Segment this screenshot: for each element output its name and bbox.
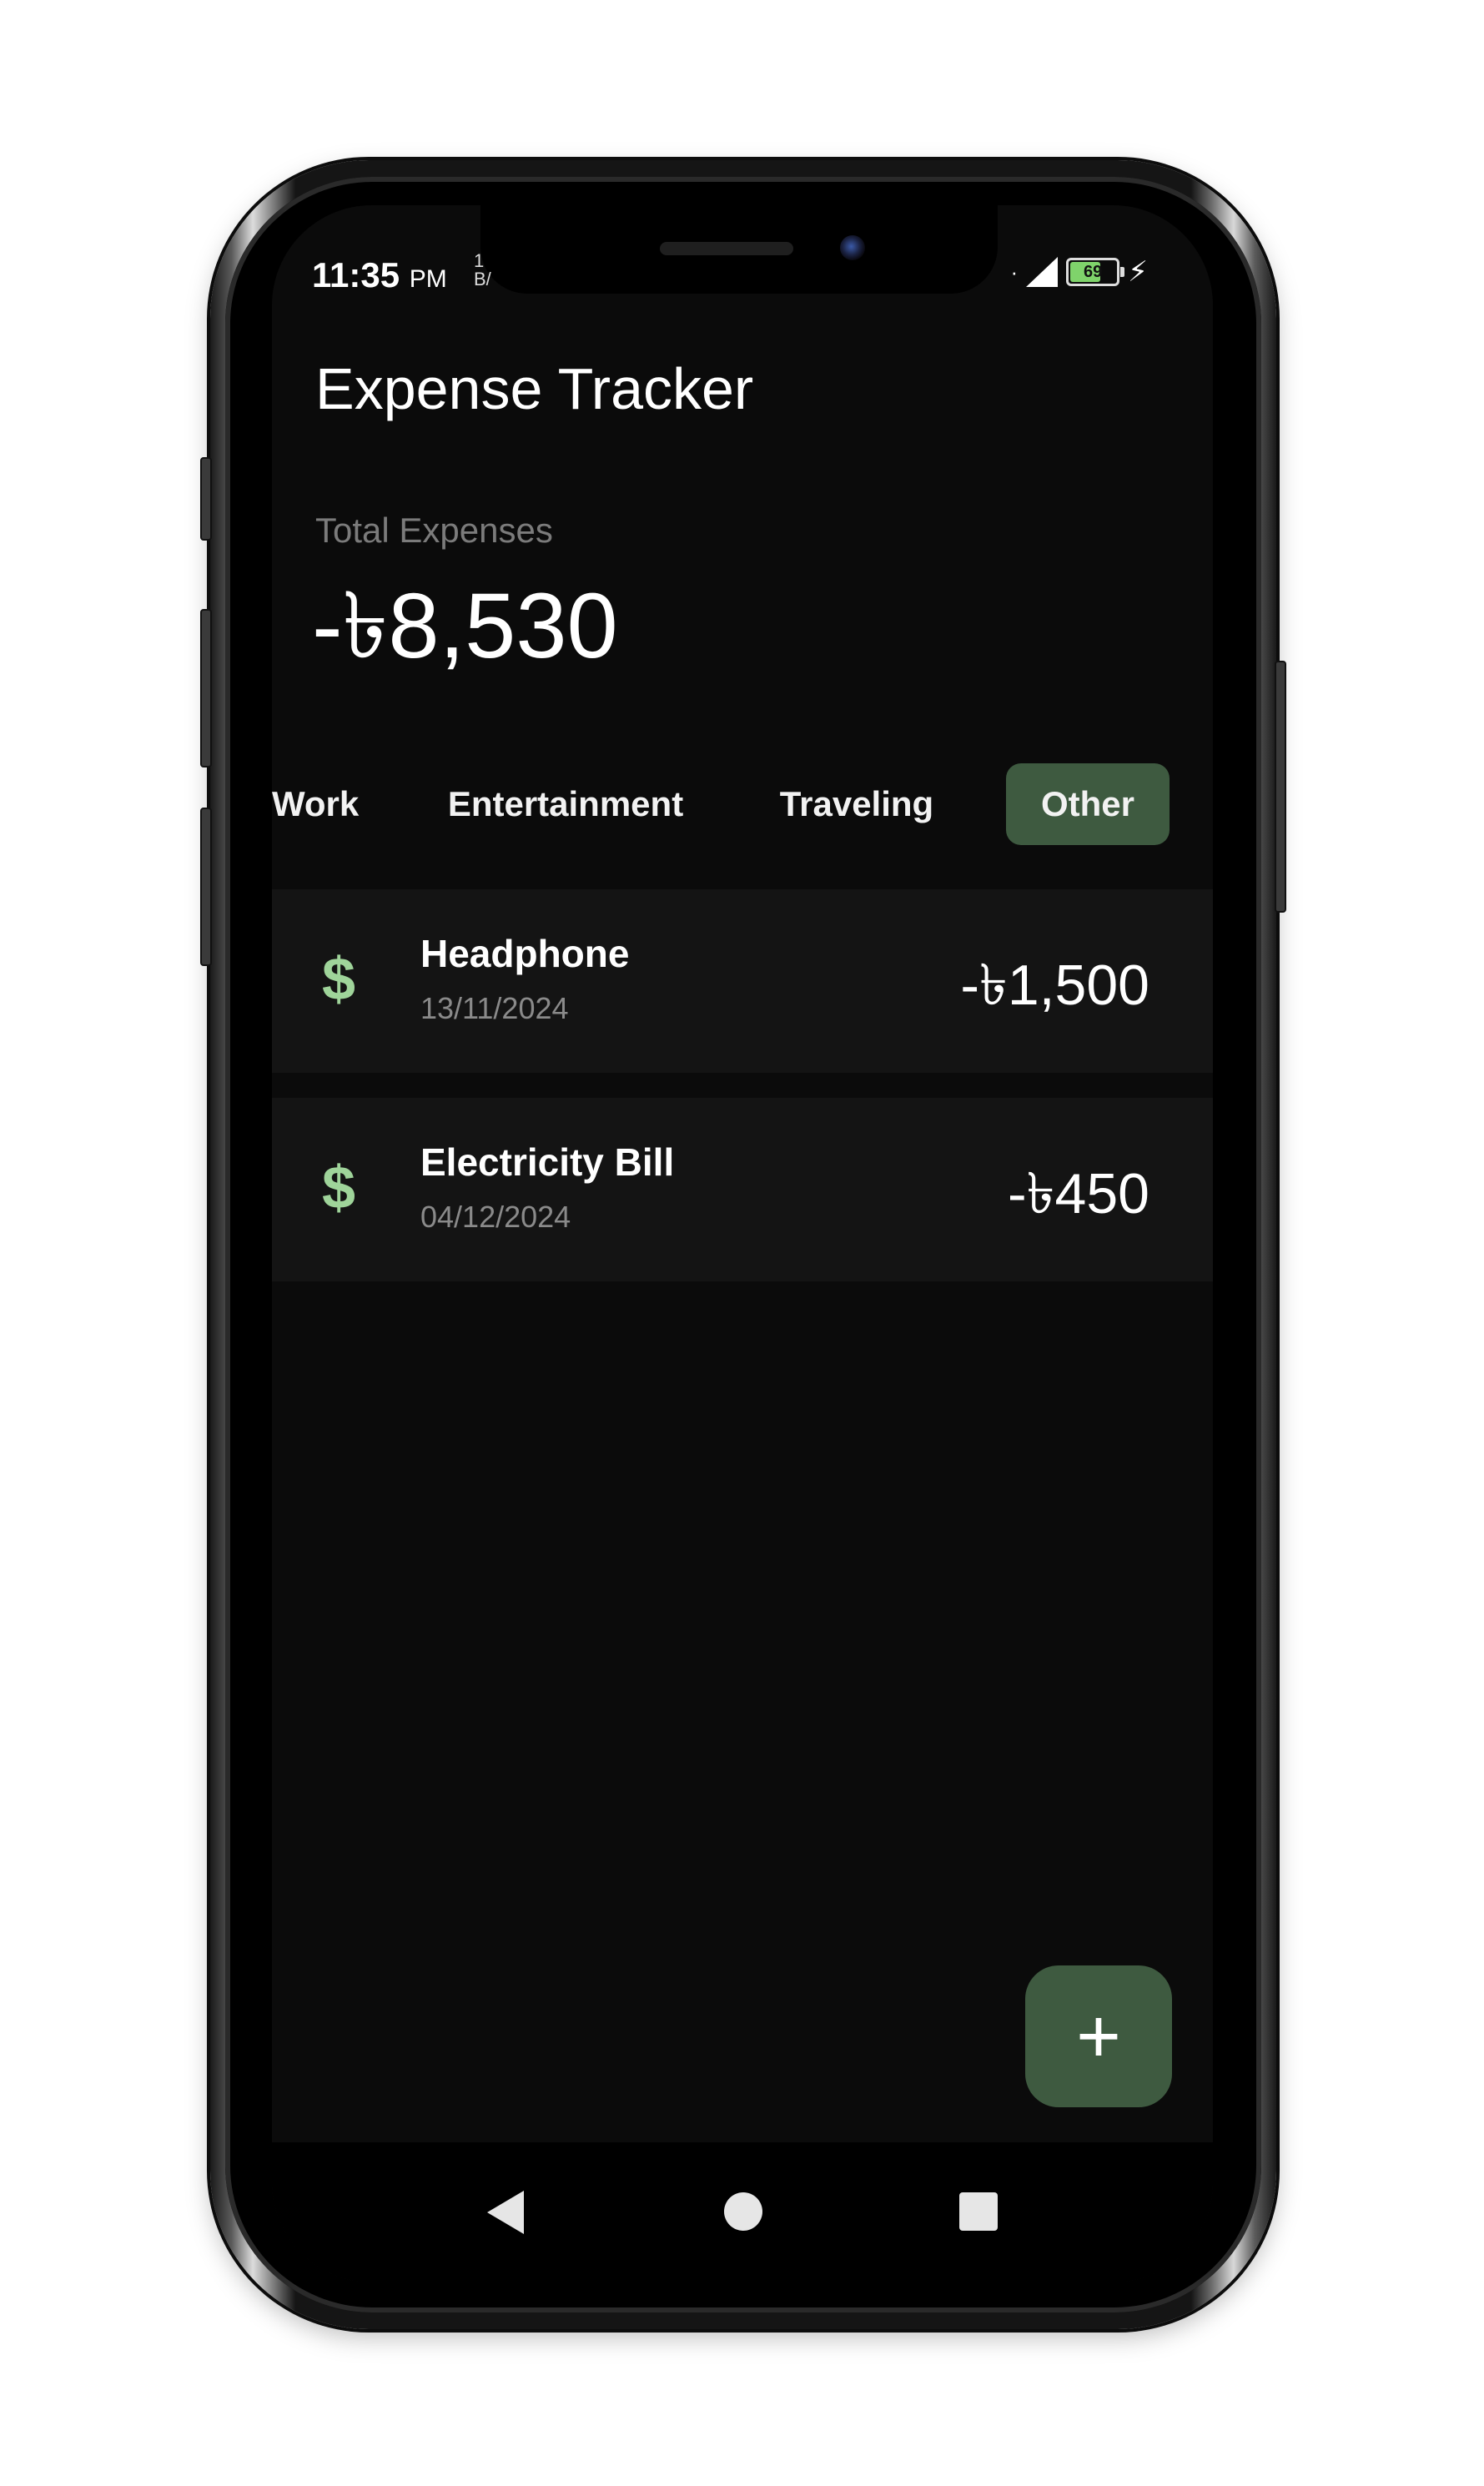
tab-entertainment[interactable]: Entertainment xyxy=(440,763,691,845)
charging-bolt-icon: ⚡ xyxy=(1128,256,1148,288)
expense-amount: -৳450 xyxy=(1008,1162,1149,1225)
mute-switch xyxy=(200,808,212,966)
expense-amount: -৳1,500 xyxy=(960,954,1149,1017)
speaker-grille xyxy=(660,242,793,255)
expense-name: Electricity Bill xyxy=(420,1140,675,1184)
front-camera xyxy=(840,235,865,260)
expense-date: 04/12/2024 xyxy=(420,1200,571,1234)
recent-apps-icon[interactable] xyxy=(959,2192,998,2231)
status-time-ampm: PM xyxy=(409,265,447,293)
expense-name: Headphone xyxy=(420,932,630,975)
dollar-icon: $ xyxy=(322,946,356,1013)
category-tabs: Work Entertainment Traveling Other xyxy=(272,763,1213,845)
status-speed-indicator: 1 B/ xyxy=(474,252,491,289)
page-title: Expense Tracker xyxy=(315,356,754,421)
home-icon[interactable] xyxy=(724,2192,762,2231)
tab-other[interactable]: Other xyxy=(1006,763,1170,845)
tab-traveling[interactable]: Traveling xyxy=(776,763,938,845)
app-screen: 11:35 PM 1 B/ · 69 ⚡ Expense Tracker Tot… xyxy=(272,205,1213,2282)
dollar-icon: $ xyxy=(322,1155,356,1221)
list-item[interactable]: $ Electricity Bill 04/12/2024 -৳450 xyxy=(272,1098,1213,1281)
navigation-bar xyxy=(272,2142,1213,2282)
status-mini-line2: B/ xyxy=(474,269,491,289)
status-mini-line1: 1 xyxy=(474,250,485,271)
total-expenses-value: -৳8,530 xyxy=(312,575,618,677)
volume-down-button xyxy=(200,609,212,767)
battery-icon: 69 xyxy=(1066,258,1125,286)
expense-date: 13/11/2024 xyxy=(420,991,569,1025)
list-item[interactable]: $ Headphone 13/11/2024 -৳1,500 xyxy=(272,889,1213,1073)
wifi-dot-icon: · xyxy=(1010,259,1019,284)
volume-up-button xyxy=(200,457,212,541)
power-button xyxy=(1275,661,1286,913)
tab-work[interactable]: Work xyxy=(272,763,359,845)
status-time: 11:35 PM xyxy=(312,255,447,295)
total-expenses-label: Total Expenses xyxy=(315,511,553,550)
status-icons: · 69 ⚡ xyxy=(1010,255,1148,289)
status-time-value: 11:35 xyxy=(312,255,400,294)
plus-icon: + xyxy=(1076,1994,1121,2079)
signal-icon xyxy=(1026,257,1059,287)
battery-level-text: 69 xyxy=(1084,262,1103,281)
back-icon[interactable] xyxy=(487,2191,524,2234)
add-expense-button[interactable]: + xyxy=(1025,1965,1172,2107)
